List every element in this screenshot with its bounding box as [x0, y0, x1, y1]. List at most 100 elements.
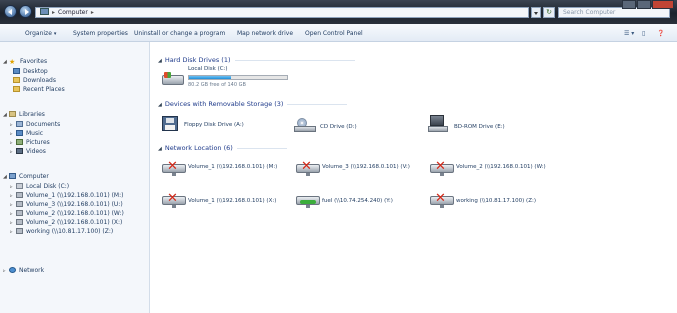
network-drive-tile-volume-v[interactable]: ✕ Volume_3 (\\192.168.0.101) (V:)	[296, 158, 426, 180]
network-drive-tile-volume-m[interactable]: ✕ Volume_1 (\\192.168.0.101) (M:)	[162, 158, 292, 180]
explorer-window: ▸ Computer ▸ ↻ Search Computer Organize ▾ S…	[0, 0, 677, 313]
nav-item-label: Recent Places	[23, 86, 65, 93]
documents-icon	[16, 121, 23, 127]
collapse-group-icon: ◢	[158, 146, 162, 152]
uninstall-program-button[interactable]: Uninstall or change a program	[134, 30, 225, 37]
close-button[interactable]	[652, 0, 674, 9]
group-divider	[287, 103, 348, 105]
network-drive-tile-volume-x[interactable]: ✕ Volume_1 (\\192.168.0.101) (X:)	[162, 190, 292, 212]
breadcrumb-computer[interactable]: Computer	[58, 9, 88, 16]
network-drive-connector	[306, 205, 310, 208]
nav-item-volume-w[interactable]: ▹ Volume_2 (\\192.168.0.101) (W:)	[10, 210, 124, 218]
pictures-icon	[16, 139, 23, 145]
nav-computer[interactable]: ◢ Computer	[3, 173, 49, 181]
cd-drive-icon	[294, 118, 316, 132]
breadcrumb-chevron-icon: ▸	[52, 9, 56, 16]
nav-item-desktop[interactable]: Desktop	[13, 68, 48, 75]
network-drive-tile-volume-w[interactable]: ✕ Volume_2 (\\192.168.0.101) (W:)	[430, 158, 570, 180]
collapse-group-icon: ◢	[158, 102, 162, 108]
group-divider	[236, 147, 287, 149]
videos-icon	[16, 148, 23, 154]
drive-name: BD-ROM Drive (E:)	[454, 124, 505, 130]
nav-item-volume-m[interactable]: ▹ Volume_1 (\\192.168.0.101) (M:)	[10, 192, 123, 200]
disconnected-x-icon: ✕	[167, 159, 178, 174]
nav-item-label: Videos	[26, 148, 46, 155]
drive-tile-cd[interactable]: CD Drive (D:)	[294, 112, 404, 134]
nav-favorites[interactable]: ◢ ★ Favorites	[3, 58, 47, 66]
nav-item-documents[interactable]: ▹ Documents	[10, 121, 60, 129]
drive-name: CD Drive (D:)	[320, 124, 357, 130]
disconnected-x-icon: ✕	[301, 159, 312, 174]
drive-usage-fill	[189, 76, 232, 79]
nav-item-music[interactable]: ▹ Music	[10, 130, 43, 138]
connected-status-icon	[300, 200, 316, 204]
bd-rom-drive-icon	[428, 115, 448, 132]
drive-tile-local-disk[interactable]: Local Disk (C:) 80.2 GB free of 140 GB	[160, 66, 300, 96]
disconnected-network-drive-icon: ✕	[430, 160, 454, 176]
nav-item-pictures[interactable]: ▹ Pictures	[10, 139, 50, 147]
nav-item-videos[interactable]: ▹ Videos	[10, 148, 46, 156]
group-removable-storage[interactable]: ◢ Devices with Removable Storage (3)	[158, 100, 348, 108]
drive-tile-floppy[interactable]: Floppy Disk Drive (A:)	[162, 112, 282, 134]
downloads-icon	[13, 77, 20, 83]
nav-item-label: Volume_1 (\\192.168.0.101) (M:)	[26, 192, 124, 199]
network-drive-icon	[16, 228, 23, 234]
network-drive-icon	[16, 219, 23, 225]
breadcrumb-chevron-icon: ▸	[90, 9, 94, 16]
bd-rom-base	[428, 126, 448, 132]
drive-tile-bd-rom[interactable]: BD-ROM Drive (E:)	[428, 112, 538, 134]
bd-rom-case	[430, 115, 444, 126]
desktop-icon	[13, 68, 20, 74]
disconnected-x-icon: ✕	[435, 191, 446, 206]
group-network-location[interactable]: ◢ Network Location (6)	[158, 144, 287, 152]
computer-icon	[40, 8, 49, 15]
drive-free-space: 80.2 GB free of 140 GB	[188, 82, 246, 88]
network-drive-name: Volume_3 (\\192.168.0.101) (V:)	[322, 164, 410, 170]
open-control-panel-button[interactable]: Open Control Panel	[305, 30, 363, 37]
group-divider	[234, 59, 355, 61]
preview-pane-button[interactable]: ▯	[642, 30, 645, 37]
address-bar[interactable]: ▸ Computer ▸	[35, 7, 529, 18]
content-pane: ◢ Hard Disk Drives (1) Local Disk (C:) 80…	[150, 42, 677, 313]
nav-libraries[interactable]: ◢ Libraries	[3, 111, 45, 119]
nav-network-label: Network	[19, 267, 45, 274]
network-drive-name: Volume_1 (\\192.168.0.101) (X:)	[188, 198, 277, 204]
nav-item-label: Volume_2 (\\192.168.0.101) (X:)	[26, 219, 123, 226]
network-drive-tile-fuel[interactable]: fuel (\\10.74.254.240) (Y:)	[296, 190, 426, 212]
hard-drive-icon	[16, 183, 23, 189]
organize-button[interactable]: Organize ▾	[25, 30, 56, 37]
map-network-drive-button[interactable]: Map network drive	[237, 30, 293, 37]
maximize-button[interactable]	[637, 0, 651, 9]
network-drive-name: Volume_1 (\\192.168.0.101) (M:)	[188, 164, 278, 170]
nav-item-label: Documents	[26, 121, 61, 128]
refresh-button[interactable]: ↻	[543, 7, 555, 18]
forward-button[interactable]	[19, 5, 32, 18]
navigation-pane: ◢ ★ Favorites Desktop Downloads Recent Pla…	[0, 42, 150, 313]
minimize-button[interactable]	[622, 0, 636, 9]
music-icon	[16, 130, 23, 136]
back-button[interactable]	[4, 5, 17, 18]
network-drive-tile-working[interactable]: ✕ working (\\10.81.17.100) (Z:)	[430, 190, 570, 212]
system-properties-button[interactable]: System properties	[73, 30, 128, 37]
windows-logo-icon	[164, 72, 171, 78]
nav-item-volume-x[interactable]: ▹ Volume_2 (\\192.168.0.101) (X:)	[10, 219, 122, 227]
group-hard-disk-drives[interactable]: ◢ Hard Disk Drives (1)	[158, 56, 355, 64]
nav-item-recent-places[interactable]: Recent Places	[13, 86, 65, 93]
group-header-label: Network Location (6)	[164, 144, 233, 152]
change-view-button[interactable]: ☰ ▾	[624, 30, 634, 37]
nav-item-label: Pictures	[26, 139, 50, 146]
disconnected-network-drive-icon: ✕	[162, 192, 186, 208]
help-button[interactable]: ❓	[657, 30, 664, 37]
disconnected-x-icon: ✕	[435, 159, 446, 174]
nav-item-working[interactable]: ▹ working (\\10.81.17.100) (Z:)	[10, 228, 113, 236]
group-header-label: Hard Disk Drives (1)	[164, 56, 231, 64]
floppy-disk-icon	[162, 116, 178, 131]
cd-drive-base	[294, 126, 316, 132]
address-history-dropdown[interactable]	[531, 7, 541, 18]
nav-item-label: Downloads	[23, 77, 56, 84]
nav-item-downloads[interactable]: Downloads	[13, 77, 56, 84]
nav-network[interactable]: ▹ Network	[3, 267, 44, 275]
nav-item-local-disk[interactable]: ▹ Local Disk (C:)	[10, 183, 69, 191]
nav-libraries-label: Libraries	[19, 111, 45, 118]
nav-item-volume-u[interactable]: ▹ Volume_3 (\\192.168.0.101) (U:)	[10, 201, 123, 209]
